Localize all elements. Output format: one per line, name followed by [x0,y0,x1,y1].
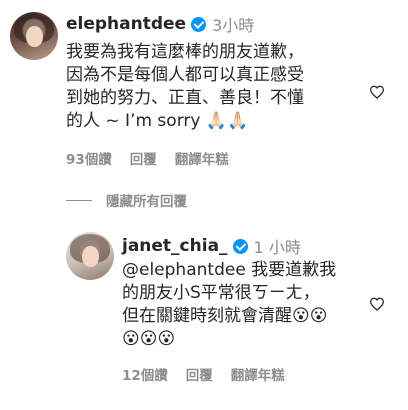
verified-badge-icon [232,238,248,254]
like-count[interactable]: 12個讚 [122,364,168,384]
heart-outline-icon[interactable] [369,297,385,311]
reply-janet-chia: janet_chia_ 1 小時 @elephantdee 我要道歉我 的朋友小… [0,222,408,410]
translate-button[interactable]: 翻譯年糕 [231,364,285,384]
hide-replies-button[interactable]: 隱藏所有回覆 [66,190,187,210]
verified-badge-icon [191,16,207,32]
username[interactable]: elephantdee [66,14,186,34]
avatar-face [82,246,99,267]
comment-text: 我要為我有這麼棒的朋友道歉， 因為不是每個人都可以真正感受 到她的努力、正直、善… [66,42,304,131]
reply-actions: 12個讚 回覆 翻譯年糕 [122,364,285,384]
avatar-face [26,26,43,47]
like-count[interactable]: 93個讚 [66,148,112,168]
avatar[interactable] [10,12,58,60]
reply-button[interactable]: 回覆 [186,364,213,384]
heart-outline-icon[interactable] [369,85,385,99]
divider [66,199,92,201]
timestamp[interactable]: 3小時 [212,12,254,36]
translate-button[interactable]: 翻譯年糕 [175,148,229,168]
timestamp[interactable]: 1 小時 [254,234,301,258]
reply-header: janet_chia_ 1 小時 [122,234,301,258]
comment-header: elephantdee 3小時 [66,12,254,36]
avatar[interactable] [66,232,114,280]
comment-actions: 93個讚 回覆 翻譯年糕 [66,148,229,168]
username[interactable]: janet_chia_ [122,236,228,256]
comment-elephantdee: elephantdee 3小時 我要為我有這麼棒的朋友道歉， 因為不是每個人都可… [0,0,408,180]
reply-text: @elephantdee 我要道歉我 的朋友小S平常很ㄎㄧㄤ， 但在關鍵時刻就會… [122,260,337,349]
reply-button[interactable]: 回覆 [130,148,157,168]
hide-replies-label: 隱藏所有回覆 [106,194,187,210]
